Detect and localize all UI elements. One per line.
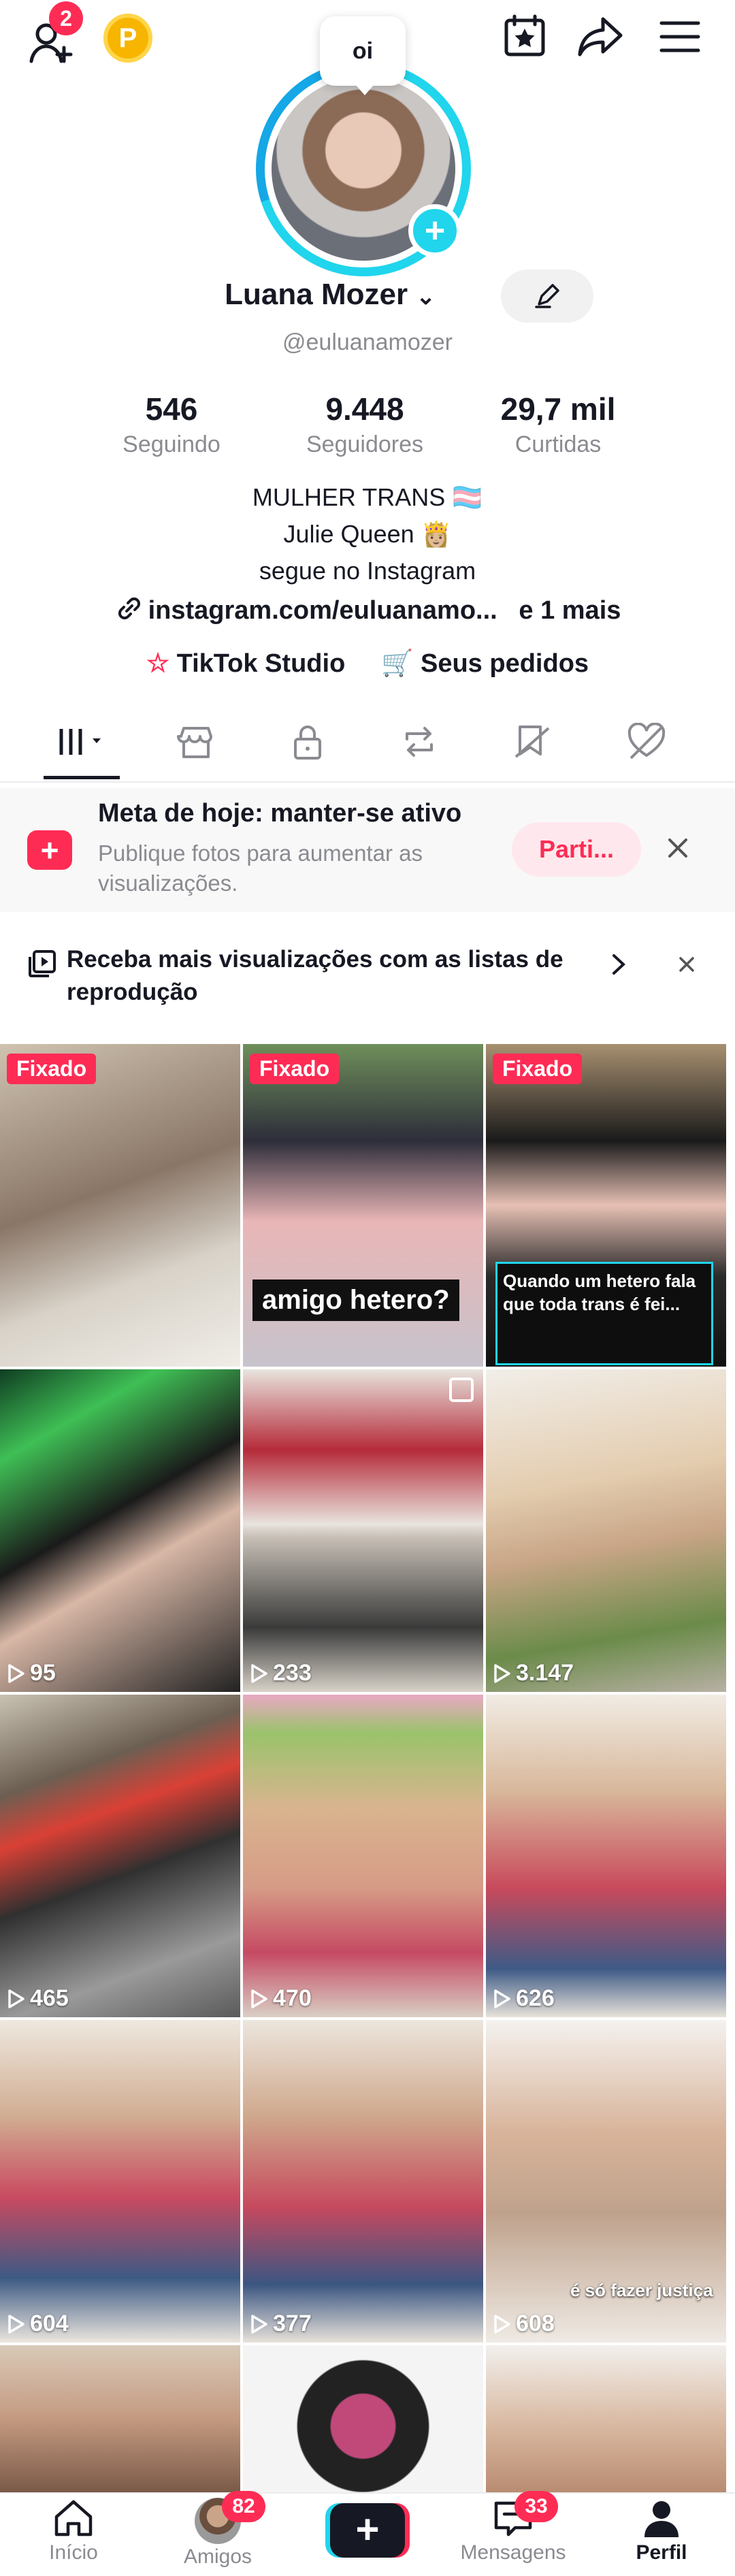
video-thumbnail[interactable] <box>243 2345 483 2492</box>
bio: MULHER TRANS 🏳️‍⚧️ Julie Queen 👸🏼 segue … <box>252 483 483 585</box>
photo-mode-icon <box>449 1377 474 1402</box>
goal-title: Meta de hoje: manter-se ativo <box>98 799 462 828</box>
video-thumbnail[interactable]: 95 <box>0 1369 240 1692</box>
goal-subtitle: Publique fotos para aumentar as visualiz… <box>98 841 423 896</box>
tab-private[interactable] <box>274 713 342 770</box>
profile-handle: @euluanamozer <box>282 329 453 355</box>
cart-icon: 🛒 <box>381 649 414 678</box>
home-icon <box>54 2500 93 2537</box>
video-thumbnail[interactable] <box>486 2345 726 2492</box>
orders-link[interactable]: 🛒 Seus pedidos <box>381 649 589 678</box>
stat-likes[interactable]: 29,7 mil Curtidas <box>476 391 640 458</box>
edit-profile-button[interactable] <box>501 270 593 323</box>
calendar-star-icon[interactable] <box>502 14 547 59</box>
pinned-badge: Fixado <box>493 1054 583 1084</box>
messages-badge: 33 <box>514 2491 558 2522</box>
link-icon <box>114 593 144 630</box>
tiktok-studio-link[interactable]: ☆ TikTok Studio <box>146 649 345 678</box>
playlist-icon <box>27 949 57 982</box>
view-count: 3.147 <box>493 1660 574 1686</box>
profile-tabs <box>0 701 735 783</box>
profile-icon <box>644 2501 679 2537</box>
video-thumbnail[interactable]: 608 é só fazer justiça <box>486 2020 726 2343</box>
video-thumbnail[interactable]: 604 <box>0 2020 240 2343</box>
video-caption: amigo hetero? <box>252 1279 459 1321</box>
view-count: 377 <box>250 2311 312 2337</box>
pencil-icon <box>535 284 559 308</box>
nav-friends[interactable]: Amigos <box>144 2498 291 2569</box>
creator-tools: ☆ TikTok Studio 🛒 Seus pedidos <box>0 648 735 679</box>
pinned-badge: Fixado <box>7 1054 97 1084</box>
friends-badge: 82 <box>222 2491 265 2522</box>
tab-videos[interactable] <box>48 713 116 770</box>
goal-participate-button[interactable]: Parti... <box>512 822 641 877</box>
video-caption: Quando um hetero fala que toda trans é f… <box>495 1262 713 1365</box>
person-star-icon: ☆ <box>146 649 170 678</box>
active-tab-indicator <box>44 776 120 779</box>
close-icon[interactable] <box>676 954 697 978</box>
video-caption: é só fazer justiça <box>570 2280 713 2300</box>
daily-goal-banner: + Meta de hoje: manter-se ativo Publique… <box>0 788 735 912</box>
video-thumbnail[interactable]: Fixado <box>0 1044 240 1367</box>
video-thumbnail[interactable]: Fixado Quando um hetero fala que toda tr… <box>486 1044 726 1367</box>
status-bubble[interactable]: oi <box>320 16 406 95</box>
plus-icon: + <box>330 2503 405 2558</box>
tab-reposts[interactable] <box>385 713 453 770</box>
coin-icon[interactable]: P <box>103 14 152 63</box>
playlist-text: Receba mais visualizações com as listas … <box>67 946 564 1005</box>
chevron-down-icon[interactable]: ⌄ <box>416 284 436 310</box>
view-count: 465 <box>7 1985 69 2012</box>
nav-home[interactable]: Início <box>0 2498 147 2564</box>
video-thumbnail[interactable]: 626 <box>486 1695 726 2017</box>
create-button[interactable]: + <box>325 2503 410 2559</box>
tab-favorites[interactable] <box>498 713 566 770</box>
add-story-button[interactable]: + <box>408 204 461 257</box>
video-thumbnail[interactable]: 465 <box>0 1695 240 2017</box>
tab-shop[interactable] <box>162 713 230 770</box>
playlist-banner[interactable]: Receba mais visualizações com as listas … <box>0 924 735 1026</box>
view-count: 470 <box>250 1985 312 2012</box>
close-icon[interactable] <box>664 834 691 865</box>
video-thumbnail[interactable]: 470 <box>243 1695 483 2017</box>
view-count: 608 <box>493 2311 555 2337</box>
bottom-nav: Início Amigos 82 + Mensagens 33 Perfil <box>0 2491 735 2576</box>
share-icon[interactable] <box>577 14 625 59</box>
profile-link[interactable]: instagram.com/euluanamo... e 1 mais <box>0 593 735 630</box>
view-count: 233 <box>250 1660 312 1686</box>
video-thumbnail[interactable]: 377 <box>243 2020 483 2343</box>
nav-profile[interactable]: Perfil <box>588 2498 735 2564</box>
tab-liked[interactable] <box>612 713 681 770</box>
friend-request-badge: 2 <box>49 1 83 35</box>
video-thumbnail[interactable]: 233 <box>243 1369 483 1692</box>
pinned-badge: Fixado <box>250 1054 340 1084</box>
view-count: 626 <box>493 1985 555 2012</box>
view-count: 95 <box>7 1660 56 1686</box>
menu-icon[interactable] <box>657 18 702 56</box>
stat-followers[interactable]: 9.448 Seguidores <box>283 391 446 458</box>
chevron-right-icon[interactable] <box>610 953 627 979</box>
view-count: 604 <box>7 2311 69 2337</box>
profile-name[interactable]: Luana Mozer ⌄ <box>0 278 735 312</box>
video-thumbnail[interactable]: Fixado amigo hetero? <box>243 1044 483 1367</box>
stat-following[interactable]: 546 Seguindo <box>90 391 253 458</box>
nav-messages[interactable]: Mensagens <box>440 2498 587 2564</box>
video-thumbnail[interactable] <box>0 2345 240 2492</box>
video-thumbnail[interactable]: 3.147 <box>486 1369 726 1692</box>
camera-plus-icon: + <box>27 830 72 870</box>
